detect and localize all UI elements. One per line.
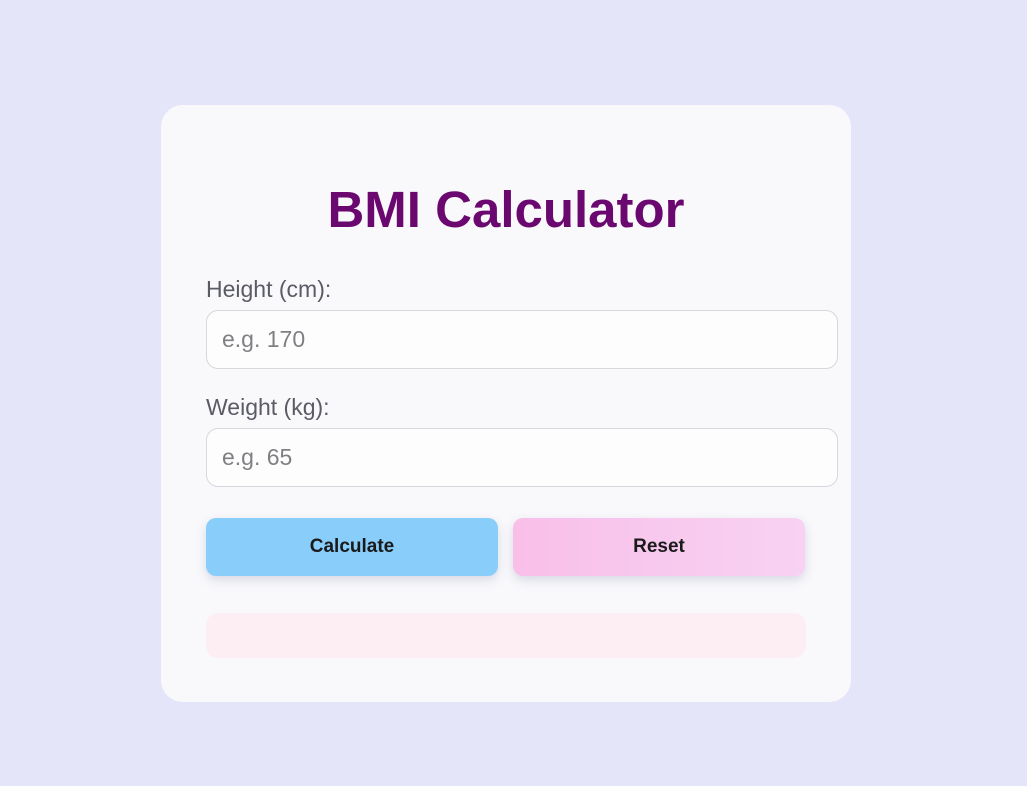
height-input[interactable] — [206, 310, 838, 369]
result-box — [206, 613, 806, 658]
calculate-button[interactable]: Calculate — [206, 518, 498, 576]
bmi-calculator-card: BMI Calculator Height (cm): Weight (kg):… — [161, 105, 851, 702]
page-title: BMI Calculator — [327, 181, 685, 238]
reset-button[interactable]: Reset — [513, 518, 805, 576]
weight-input[interactable] — [206, 428, 838, 487]
height-label: Height (cm): — [206, 276, 332, 302]
weight-label: Weight (kg): — [206, 394, 330, 420]
